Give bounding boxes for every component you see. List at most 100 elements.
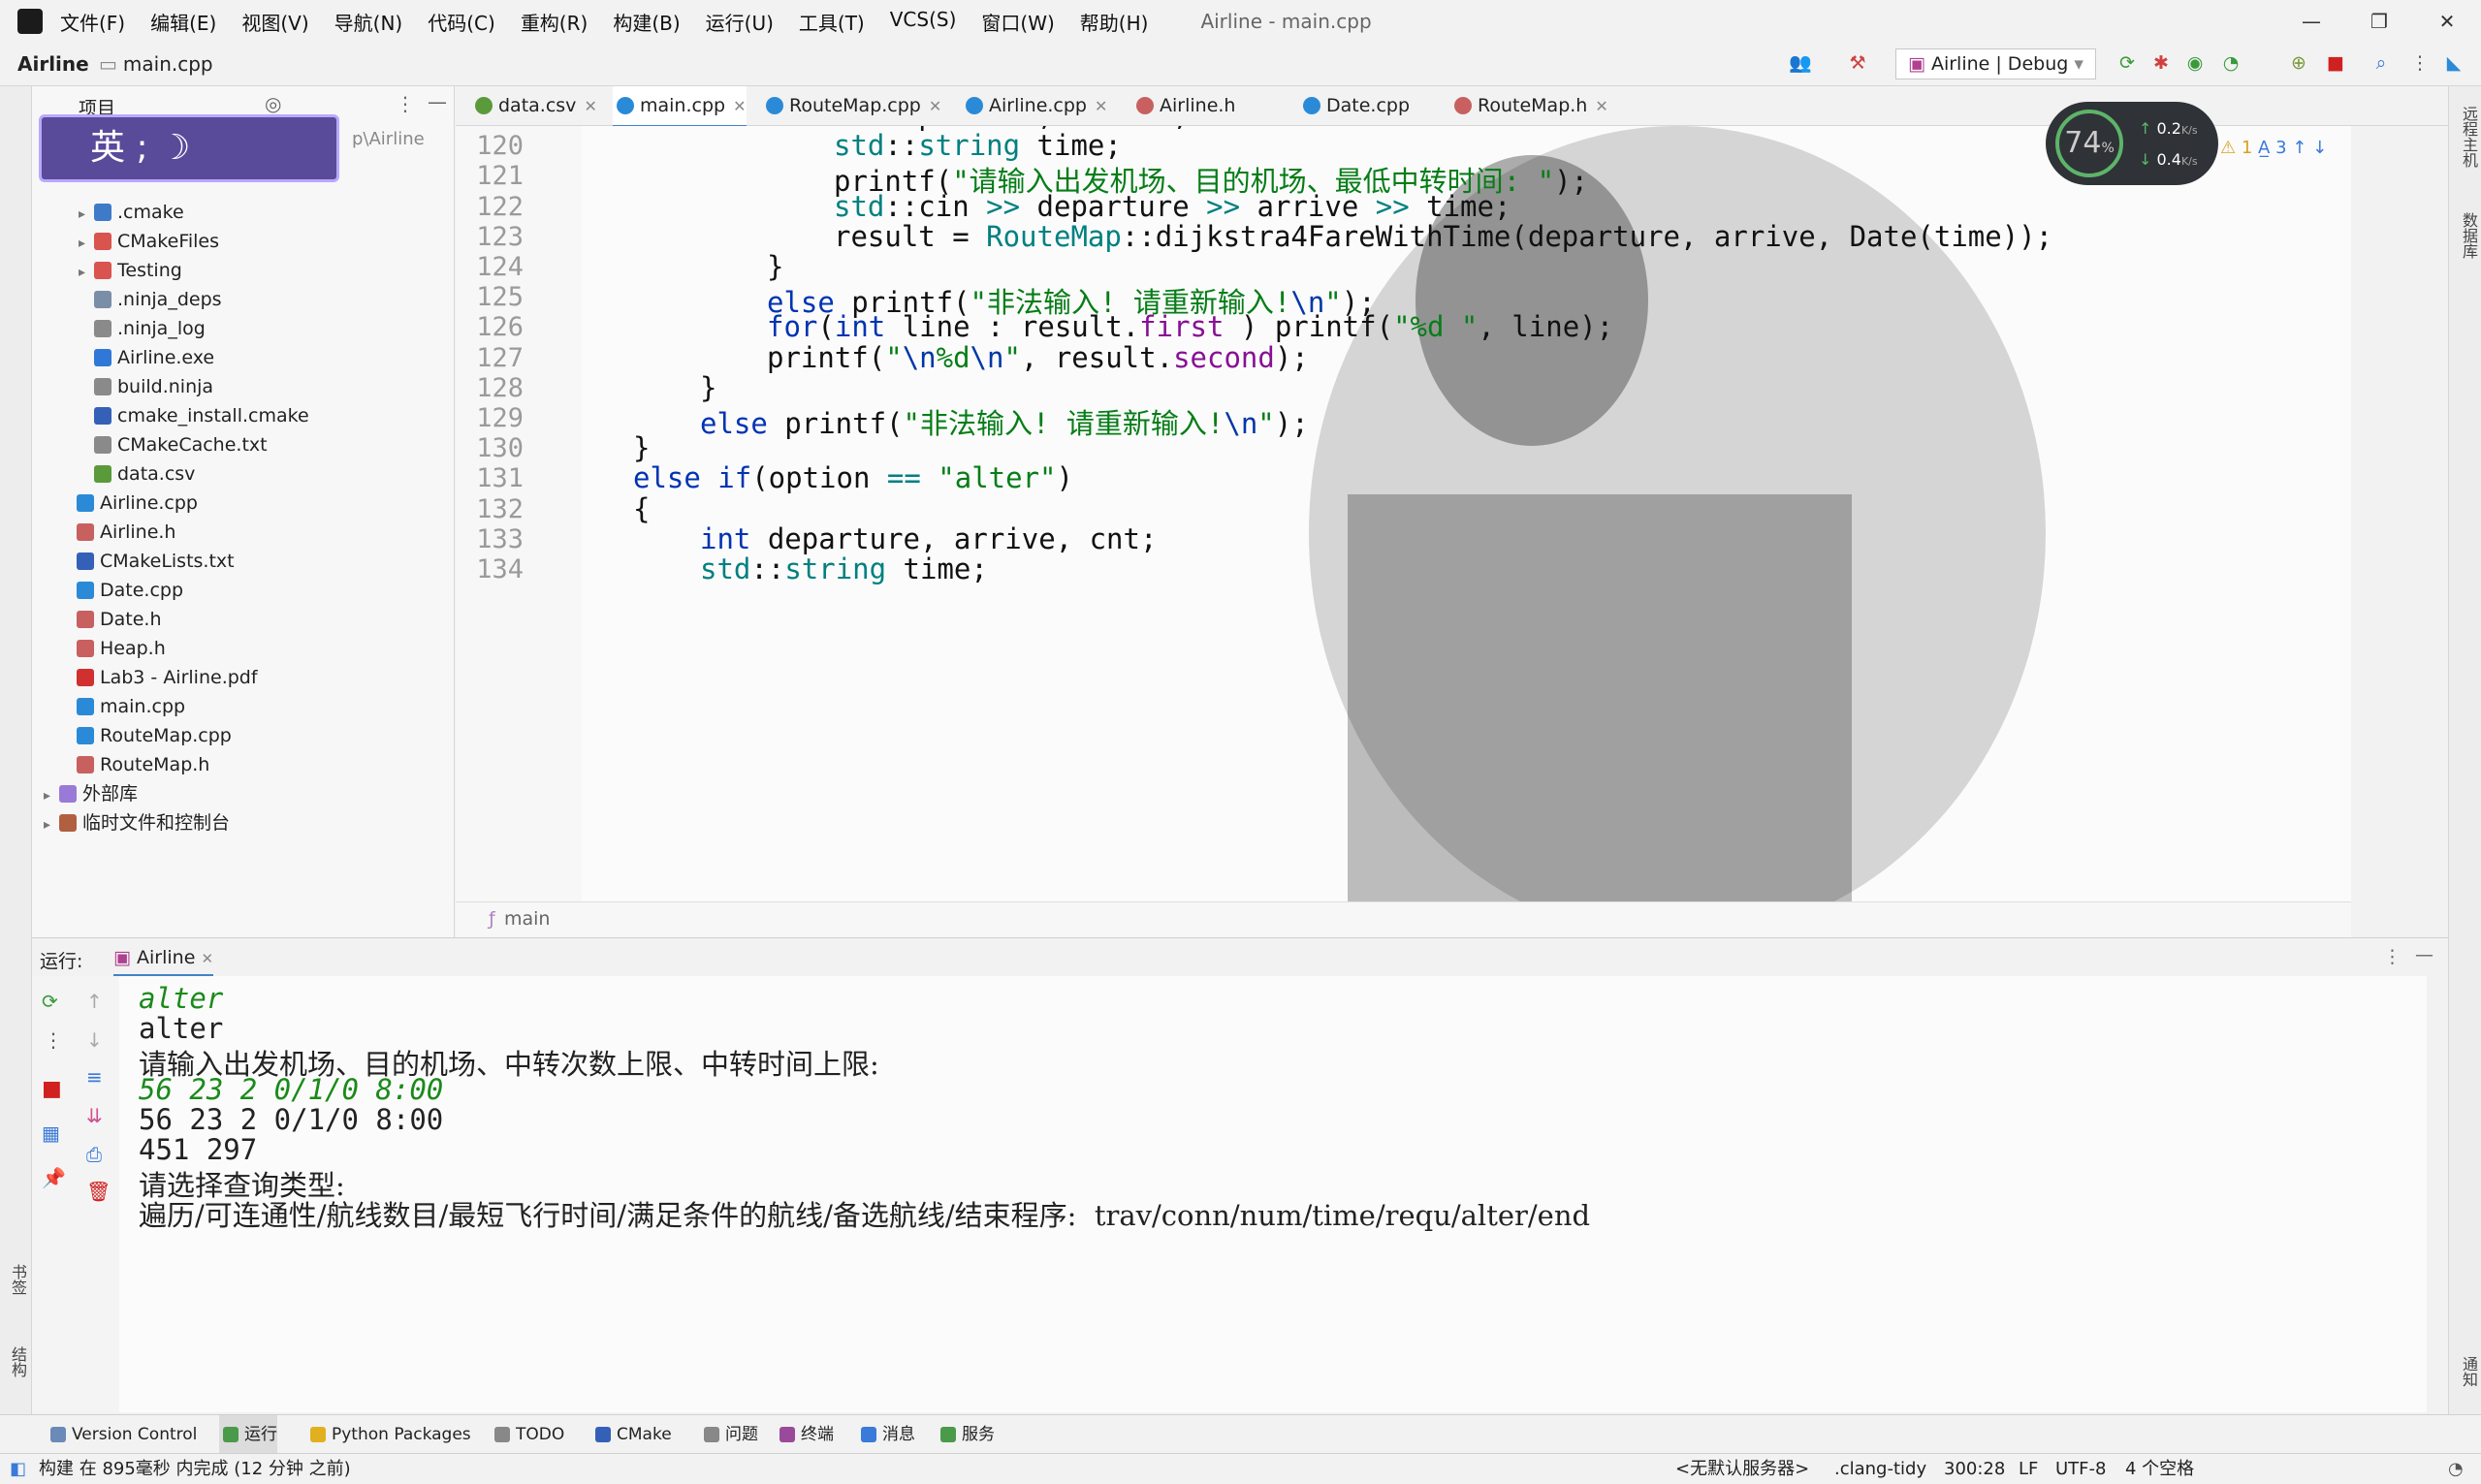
options-icon[interactable]: ⋮: [396, 92, 415, 115]
inspection-widget[interactable]: ⚠ 1 A̲ 3 ↑ ↓: [2220, 138, 2327, 158]
editor-tab[interactable]: data.csv ✕: [471, 86, 597, 125]
tree-item[interactable]: ▸ Testing: [79, 256, 182, 285]
tree-item[interactable]: Date.h: [61, 605, 162, 634]
down-icon[interactable]: ↓: [86, 1028, 103, 1052]
tree-item[interactable]: data.csv: [79, 459, 195, 489]
more-vert-icon[interactable]: ⋮: [2383, 946, 2401, 967]
status-clang-tidy[interactable]: .clang-tidy: [1834, 1454, 1926, 1484]
database-stripe-button[interactable]: 数据库: [2457, 212, 2480, 259]
menu-item[interactable]: 工具(T): [799, 8, 865, 36]
code-line[interactable]: std::cin >> departure >> arrive >> time;: [834, 190, 1511, 223]
scroll-end-icon[interactable]: ⇊: [86, 1104, 103, 1127]
code-line[interactable]: }: [700, 371, 716, 404]
tool-window-button[interactable]: 运行: [219, 1415, 277, 1454]
chevron-right-icon[interactable]: ▸: [79, 200, 94, 229]
tree-item[interactable]: ▸ 外部库: [44, 779, 138, 808]
menu-item[interactable]: 编辑(E): [150, 8, 216, 36]
stop-icon[interactable]: ■: [42, 1077, 62, 1101]
menu-item[interactable]: 窗口(W): [981, 8, 1054, 36]
user-icon[interactable]: 👥: [1789, 52, 1812, 74]
attach-icon[interactable]: ⊕: [2288, 52, 2309, 74]
nav-project[interactable]: Airline: [17, 52, 89, 76]
up-icon[interactable]: ↑: [86, 990, 103, 1013]
menu-item[interactable]: 视图(V): [241, 8, 308, 36]
code-editor[interactable]: 1191201211221231241251261271281291301311…: [456, 126, 2351, 901]
coverage-icon[interactable]: ◉: [2184, 52, 2206, 74]
notifications-icon[interactable]: ◔: [2448, 1454, 2464, 1484]
rerun-icon[interactable]: ⟳: [2116, 52, 2138, 74]
status-position[interactable]: 300:28: [1944, 1454, 2005, 1484]
structure-stripe-button[interactable]: 结构: [6, 1346, 29, 1377]
tree-item[interactable]: Lab3 - Airline.pdf: [61, 663, 258, 692]
code-line[interactable]: for(int line : result.first ) printf("%d…: [767, 310, 1613, 343]
status-message[interactable]: 构建 在 895毫秒 内完成 (12 分钟 之前): [39, 1454, 351, 1484]
code-line[interactable]: }: [767, 250, 783, 283]
tool-window-button[interactable]: Python Packages: [306, 1415, 471, 1454]
notifications-stripe-button[interactable]: 通知: [2457, 1356, 2480, 1387]
soft-wrap-icon[interactable]: ≡: [86, 1065, 103, 1089]
debug-icon[interactable]: ✱: [2150, 52, 2172, 74]
tree-item[interactable]: main.cpp: [61, 692, 185, 721]
editor-tab[interactable]: Date.cpp: [1299, 86, 1410, 125]
chevron-right-icon[interactable]: ▸: [44, 810, 59, 839]
tree-item[interactable]: RouteMap.cpp: [61, 721, 232, 750]
hide-panel-icon[interactable]: —: [2415, 944, 2433, 965]
menu-item[interactable]: 重构(R): [521, 8, 588, 36]
pin-icon[interactable]: 📌: [42, 1166, 66, 1189]
breadcrumb[interactable]: ƒ main: [456, 901, 2351, 937]
editor-tab[interactable]: main.cpp ✕: [613, 86, 747, 128]
tree-item[interactable]: build.ninja: [79, 372, 213, 401]
status-encoding[interactable]: UTF-8: [2055, 1454, 2106, 1484]
tool-window-button[interactable]: CMake: [591, 1415, 672, 1454]
close-icon[interactable]: ✕: [2413, 0, 2481, 43]
code-line[interactable]: result = RouteMap::dijkstra4FareWithTime…: [834, 220, 2052, 253]
code-line[interactable]: else if(option == "alter"): [633, 461, 1073, 494]
code-line[interactable]: {: [633, 492, 650, 525]
rerun-icon[interactable]: ⟳: [42, 990, 58, 1013]
hide-panel-icon[interactable]: —: [428, 90, 447, 113]
search-icon[interactable]: ⌕: [2370, 52, 2392, 74]
locate-icon[interactable]: ◎: [265, 92, 281, 115]
build-hammer-icon[interactable]: ⚒: [1847, 52, 1868, 74]
profile-icon[interactable]: ◔: [2220, 52, 2242, 74]
close-tab-icon[interactable]: ✕: [584, 97, 596, 115]
tree-item[interactable]: Airline.exe: [79, 343, 214, 372]
code-line[interactable]: else printf("非法输入! 请重新输入!\n");: [700, 401, 1309, 442]
menu-item[interactable]: 导航(N): [334, 8, 403, 36]
run-console[interactable]: alter alter 请输入出发机场、目的机场、中转次数上限、中转时间上限: 56 …: [119, 976, 2427, 1412]
trash-icon[interactable]: 🗑: [86, 1180, 111, 1203]
tool-window-button[interactable]: 服务: [937, 1415, 995, 1454]
stop-icon[interactable]: ■: [2325, 52, 2346, 74]
tool-window-button[interactable]: 问题: [700, 1415, 758, 1454]
bookmarks-stripe-button[interactable]: 书签: [6, 1264, 29, 1295]
editor-tab[interactable]: RouteMap.h ✕: [1450, 86, 1608, 125]
layout-icon[interactable]: ▦: [42, 1121, 60, 1145]
close-tab-icon[interactable]: ✕: [733, 97, 746, 115]
restore-icon[interactable]: ❐: [2345, 0, 2413, 43]
tree-item[interactable]: .ninja_deps: [79, 285, 222, 314]
tree-item[interactable]: .ninja_log: [79, 314, 206, 343]
chevron-right-icon[interactable]: ▸: [44, 781, 59, 810]
tree-item[interactable]: Heap.h: [61, 634, 166, 663]
menu-item[interactable]: 文件(F): [60, 8, 125, 36]
status-line-separator[interactable]: LF: [2019, 1454, 2038, 1484]
code-line[interactable]: std::string time;: [700, 553, 988, 585]
menu-item[interactable]: VCS(S): [890, 8, 957, 36]
menu-item[interactable]: 运行(U): [706, 8, 774, 36]
editor-tab[interactable]: RouteMap.cpp ✕: [762, 86, 941, 125]
minimize-icon[interactable]: —: [2277, 0, 2345, 43]
menu-item[interactable]: 代码(C): [428, 8, 495, 36]
tree-item[interactable]: ▸ 临时文件和控制台: [44, 808, 230, 837]
tree-item[interactable]: RouteMap.h: [61, 750, 209, 779]
tree-item[interactable]: Airline.h: [61, 518, 175, 547]
editor-tab[interactable]: Airline.h: [1132, 86, 1235, 125]
tree-item[interactable]: CMakeCache.txt: [79, 430, 268, 459]
status-indent[interactable]: 4 个空格: [2125, 1454, 2194, 1484]
tree-item[interactable]: ▸ CMakeFiles: [79, 227, 219, 256]
print-icon[interactable]: ⎙: [86, 1143, 102, 1166]
chevron-right-icon[interactable]: ▸: [79, 258, 94, 287]
tree-item[interactable]: CMakeLists.txt: [61, 547, 235, 576]
more-vert-icon[interactable]: ⋮: [44, 1028, 63, 1052]
nav-file[interactable]: ▭ main.cpp: [99, 52, 213, 76]
tool-window-button[interactable]: TODO: [491, 1415, 564, 1454]
